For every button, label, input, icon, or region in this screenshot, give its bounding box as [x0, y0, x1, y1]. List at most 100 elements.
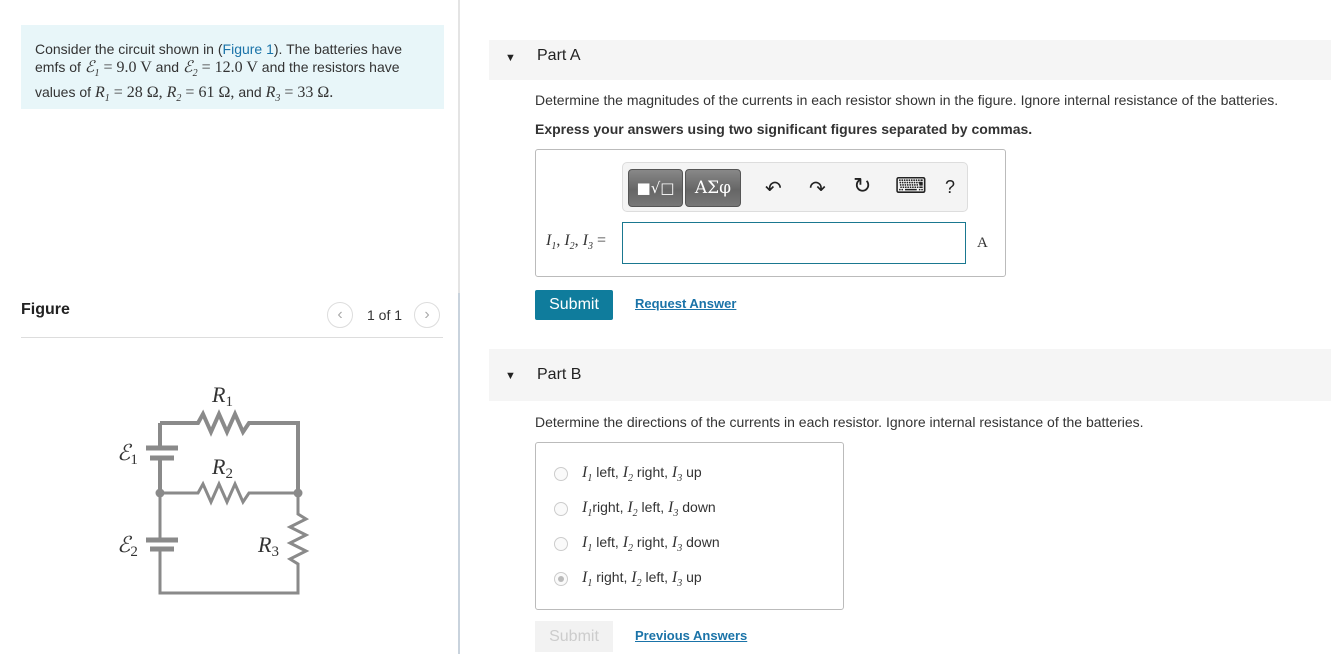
math-toolbar: ■√□ ΑΣφ ↶ ↷ ↻ ⌨ ? [622, 162, 968, 212]
battery-e2-icon [146, 537, 178, 552]
collapse-triangle-icon[interactable]: ▼ [505, 52, 516, 64]
request-answer-link[interactable]: Request Answer [635, 296, 736, 311]
math-symbol: I2 [622, 533, 634, 555]
math-symbol: ℰ1 [84, 59, 100, 80]
greek-symbols-button[interactable]: ΑΣφ [685, 169, 741, 207]
figure-link[interactable]: Figure 1 [223, 41, 274, 57]
wire-r2 [160, 480, 298, 506]
math-symbol: I2 [622, 463, 634, 485]
part-a-header[interactable]: ▼ Part A [489, 40, 1331, 80]
text-segment: right, [633, 533, 672, 550]
node-left [155, 488, 165, 498]
panel-scrollbar[interactable] [458, 293, 460, 654]
label-r2: R2 [211, 454, 233, 482]
math-value: = 33 Ω. [280, 84, 334, 102]
text-segment: and [238, 84, 266, 101]
part-a-label: Part A [537, 47, 581, 64]
redo-icon[interactable]: ↷ [809, 176, 826, 201]
text-segment: up [682, 568, 702, 585]
figure-title: Figure [21, 301, 70, 318]
text-segment: down [678, 498, 716, 515]
direction-option[interactable]: I1 left, I2 right, I3 up [554, 462, 702, 486]
math-symbol: I3 [668, 498, 679, 520]
answer-unit: A [977, 235, 988, 251]
previous-answers-link[interactable]: Previous Answers [635, 628, 747, 643]
direction-option[interactable]: I1 left, I2 right, I3 down [554, 532, 720, 556]
wire-bottom-r3 [158, 493, 310, 595]
math-symbol: I2 [627, 498, 638, 520]
radio-button[interactable] [554, 467, 568, 481]
math-value: = 61 Ω, [181, 84, 239, 102]
math-symbol: I1 [582, 533, 593, 555]
node-right [293, 488, 303, 498]
answer-input[interactable] [622, 222, 966, 264]
direction-choices: I1 left, I2 right, I3 up I1right, I2 left… [535, 442, 844, 610]
figure-header: Figure ‹ 1 of 1 › [21, 298, 443, 338]
circuit-diagram: R1 R2 R3 ℰ1 ℰ2 [117, 382, 310, 595]
option-label: I1 right, I2 left, I3 up [582, 569, 702, 589]
text-segment: left, [641, 568, 672, 585]
label-e2: ℰ2 [117, 532, 138, 560]
answer-label: I1, I2, I3 = [546, 232, 606, 252]
math-symbol: I2 [631, 568, 642, 590]
text-segment: Consider the circuit shown in ( [35, 41, 223, 57]
math-value: = 28 Ω, [109, 84, 167, 102]
math-symbol: R2 [166, 84, 182, 105]
text-segment: up [682, 463, 702, 480]
label-e1: ℰ1 [117, 440, 138, 468]
math-symbol: ℰ2 [182, 59, 198, 80]
part-b-question: Determine the directions of the currents… [535, 414, 1144, 430]
prev-figure-button[interactable]: ‹ [327, 302, 353, 328]
math-symbol: I3 [671, 568, 683, 590]
reset-icon[interactable]: ↻ [853, 173, 871, 199]
problem-statement: Consider the circuit shown in (Figure 1)… [21, 25, 444, 109]
text-segment: left, [592, 533, 623, 550]
keyboard-icon[interactable]: ⌨ [895, 173, 927, 199]
math-symbol: R1 [94, 84, 110, 105]
direction-option[interactable]: I1right, I2 left, I3 down [554, 497, 716, 521]
part-b-label: Part B [537, 366, 582, 383]
part-b-submit-button[interactable]: Submit [535, 621, 613, 652]
math-symbol: I3 [582, 232, 593, 253]
math-value: , [574, 232, 583, 249]
math-value: = 9.0 V [99, 59, 152, 76]
radio-button[interactable] [554, 502, 568, 516]
part-a-instruction: Express your answers using two significa… [535, 121, 1033, 137]
answer-box: ■√□ ΑΣφ ↶ ↷ ↻ ⌨ ? I1, I2, I3 = A [535, 149, 1006, 277]
direction-option[interactable]: I1 right, I2 left, I3 up [554, 567, 702, 591]
math-value: = [592, 232, 607, 249]
math-symbol: I3 [671, 463, 683, 485]
label-r3: R3 [257, 532, 279, 560]
battery-e1-icon [146, 445, 178, 461]
collapse-triangle-icon[interactable]: ▼ [505, 370, 516, 382]
text-segment: right, [592, 498, 628, 515]
option-label: I1 left, I2 right, I3 up [582, 464, 702, 484]
math-symbol: I2 [564, 232, 575, 253]
figure-pager: 1 of 1 [367, 307, 403, 323]
math-value: = 12.0 V [197, 59, 258, 76]
text-segment: down [682, 533, 720, 550]
radio-button[interactable] [554, 537, 568, 551]
text-segment: right, [633, 463, 672, 480]
templates-button[interactable]: ■√□ [628, 169, 683, 207]
math-symbol: I1 [582, 463, 593, 485]
math-symbol: I1 [582, 498, 593, 520]
label-r1: R1 [211, 382, 233, 410]
radio-button[interactable] [554, 572, 568, 586]
undo-icon[interactable]: ↶ [765, 176, 782, 201]
part-a-question: Determine the magnitudes of the currents… [535, 92, 1279, 108]
math-symbol: R3 [265, 84, 281, 105]
math-symbol: I1 [546, 232, 557, 253]
math-symbol: I1 [582, 568, 593, 590]
next-figure-button[interactable]: › [414, 302, 440, 328]
part-b-header[interactable]: ▼ Part B [489, 349, 1331, 401]
text-segment: left, [592, 463, 623, 480]
text-segment: and [151, 59, 183, 75]
text-segment: right, [592, 568, 632, 585]
text-segment: left, [637, 498, 669, 515]
math-symbol: I3 [671, 533, 683, 555]
part-a-submit-button[interactable]: Submit [535, 290, 613, 320]
help-icon[interactable]: ? [945, 177, 955, 198]
option-label: I1 left, I2 right, I3 down [582, 534, 720, 554]
option-label: I1right, I2 left, I3 down [582, 499, 716, 519]
